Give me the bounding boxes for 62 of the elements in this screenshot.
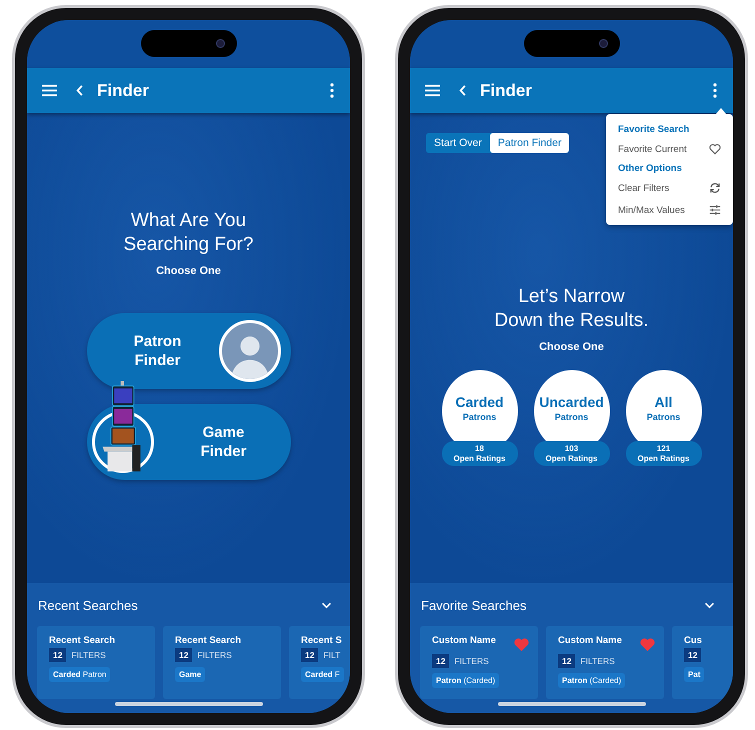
menu-heading: Favorite Search	[617, 123, 690, 137]
menu-item[interactable]: Favorite Current	[606, 138, 733, 160]
filter-count: 12	[558, 654, 576, 668]
card-title: Recent Search	[175, 635, 242, 646]
filters-label: FILTERS	[197, 650, 232, 660]
patron-finder-button[interactable]: Patron Finder	[86, 313, 290, 389]
card-title: Recent Search	[49, 635, 116, 646]
breadcrumb[interactable]: Patron Finder	[490, 133, 570, 153]
screen-title: Finder	[480, 80, 533, 100]
filter-count: 12	[49, 648, 66, 662]
subheading: Choose One	[539, 341, 604, 353]
back-icon[interactable]	[459, 84, 467, 97]
filter-count: 12	[432, 654, 450, 668]
card-title: Cus	[684, 635, 702, 646]
ratings-label: Open Ratings	[545, 454, 598, 464]
card-title: Recent S	[301, 635, 342, 646]
menu-item[interactable]: Clear Filters	[606, 177, 733, 199]
ratings-label: Open Ratings	[637, 454, 690, 464]
search-card[interactable]: Custom Name 12 FILTERS Patron (Carded)	[546, 626, 664, 699]
chevron-down-icon[interactable]	[704, 602, 715, 608]
filter-count: 12	[175, 648, 192, 662]
search-tag: Game	[175, 667, 206, 682]
ratings-label: Open Ratings	[453, 454, 506, 464]
search-card[interactable]: Recent Search 12 FILTERS Game	[163, 626, 281, 699]
search-tag: Pat	[684, 667, 704, 682]
photo-placeholder	[218, 320, 280, 382]
chevron-down-icon[interactable]	[321, 602, 332, 608]
section-title: Recent Searches	[38, 598, 138, 612]
search-tag: Patron (Carded)	[432, 673, 500, 688]
search-card[interactable]: Custom Name 12 FILTERS Patron (Carded)	[420, 626, 538, 699]
menu-icon[interactable]	[41, 84, 58, 97]
menu-item[interactable]: Min/Max Values	[606, 199, 733, 221]
ratings-count: 103	[564, 444, 578, 454]
heart-icon	[709, 143, 721, 155]
heading: Let’s Narrow Down the Results.	[493, 285, 650, 333]
refresh-icon	[709, 182, 721, 194]
section-title: Favorite Searches	[421, 598, 526, 612]
ratings-count: 121	[656, 444, 670, 454]
filter-count: 12	[301, 648, 318, 662]
heading: What Are You Searching For?	[122, 209, 254, 257]
filter-count: 12	[684, 648, 702, 662]
filters-label: FILTERS	[71, 650, 106, 660]
search-card[interactable]: Recent Search 12 FILTERS Carded Patron	[37, 626, 155, 699]
filters-label: FILTERS	[580, 656, 615, 666]
filters-label: FILTERS	[454, 656, 489, 666]
search-card[interactable]: Cus 12 Pat	[672, 626, 733, 699]
card-title: Custom Name	[432, 635, 496, 646]
screen-title: Finder	[97, 80, 150, 100]
menu-icon[interactable]	[424, 84, 441, 97]
filters-label: FILT	[323, 650, 340, 660]
search-tag: Carded F	[301, 667, 344, 682]
search-tag: Carded Patron	[49, 667, 110, 682]
menu-heading: Other Options	[617, 162, 683, 176]
more-options-icon[interactable]	[330, 83, 334, 98]
ratings-count: 18	[475, 444, 484, 454]
card-title: Custom Name	[558, 635, 622, 646]
back-icon[interactable]	[76, 84, 84, 97]
sliders-icon	[709, 204, 721, 216]
subheading: Choose One	[156, 265, 221, 277]
search-tag: Patron (Carded)	[558, 673, 626, 688]
more-options-icon[interactable]	[713, 83, 717, 98]
search-card[interactable]: Recent S 12 FILT Carded F	[289, 626, 350, 699]
